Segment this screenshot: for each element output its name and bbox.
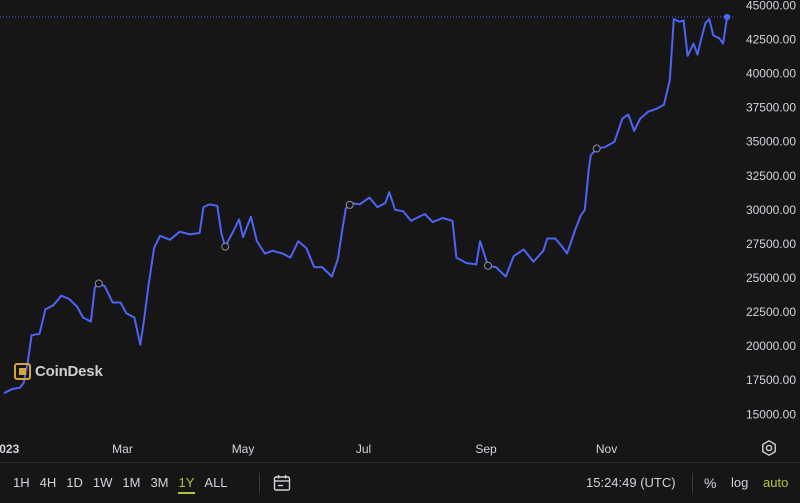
coindesk-logo-mark-icon	[14, 363, 31, 380]
range-button-4h[interactable]: 4H	[35, 470, 62, 496]
price-series-line	[3, 16, 729, 395]
x-tick-label: Sep	[475, 442, 497, 456]
x-tick-label: 2023	[0, 442, 20, 456]
y-tick-label: 22500.00	[746, 305, 796, 319]
price-chart[interactable]: 45000.00 42500.00 40000.00 37500.00 35000.00…	[0, 0, 800, 462]
range-button-1m[interactable]: 1M	[117, 470, 145, 496]
event-marker[interactable]	[94, 279, 103, 288]
event-marker[interactable]	[345, 200, 354, 209]
chart-toolbar: 1H 4H 1D 1W 1M 3M 1Y ALL 15:24:49 (UTC) % log a…	[0, 462, 800, 502]
date-range-button[interactable]	[272, 473, 292, 493]
x-tick-label: May	[232, 442, 255, 456]
range-button-1h[interactable]: 1H	[8, 470, 35, 496]
percent-scale-button[interactable]: %	[704, 463, 716, 503]
y-tick-label: 25000.00	[746, 271, 796, 285]
x-tick-label: Jul	[356, 442, 371, 456]
time-range-selector: 1H 4H 1D 1W 1M 3M 1Y ALL	[8, 463, 233, 503]
x-tick-label: Nov	[596, 442, 617, 456]
y-tick-label: 27500.00	[746, 237, 796, 251]
log-scale-button[interactable]: log	[731, 463, 748, 503]
y-tick-label: 15000.00	[746, 407, 796, 421]
gear-icon	[762, 439, 776, 457]
range-button-1d[interactable]: 1D	[61, 470, 88, 496]
y-tick-label: 17500.00	[746, 373, 796, 387]
chart-canvas: 45000.00 42500.00 40000.00 37500.00 35000.00…	[0, 0, 796, 456]
toolbar-divider	[259, 473, 260, 493]
range-button-1w[interactable]: 1W	[88, 470, 118, 496]
range-button-3m[interactable]: 3M	[145, 470, 173, 496]
range-button-all[interactable]: ALL	[199, 470, 232, 496]
y-tick-label: 37500.00	[746, 101, 796, 115]
calendar-icon	[273, 475, 291, 491]
event-marker[interactable]	[484, 261, 493, 270]
y-tick-label: 45000.00	[746, 0, 796, 12]
y-tick-label: 20000.00	[746, 339, 796, 353]
chart-settings-button[interactable]	[758, 437, 780, 459]
last-price-point	[723, 13, 731, 21]
coindesk-logo: CoinDesk	[14, 363, 103, 380]
y-tick-label: 42500.00	[746, 33, 796, 47]
y-tick-label: 40000.00	[746, 67, 796, 81]
event-marker[interactable]	[592, 144, 601, 153]
auto-scale-button[interactable]: auto	[763, 463, 788, 503]
range-button-1y[interactable]: 1Y	[174, 470, 200, 496]
event-marker[interactable]	[221, 242, 230, 251]
utc-clock: 15:24:49 (UTC)	[586, 475, 676, 490]
toolbar-divider	[692, 473, 693, 493]
y-tick-label: 35000.00	[746, 135, 796, 149]
y-tick-label: 30000.00	[746, 203, 796, 217]
x-tick-label: Mar	[112, 442, 133, 456]
logo-text: CoinDesk	[35, 363, 103, 380]
y-tick-label: 32500.00	[746, 169, 796, 183]
